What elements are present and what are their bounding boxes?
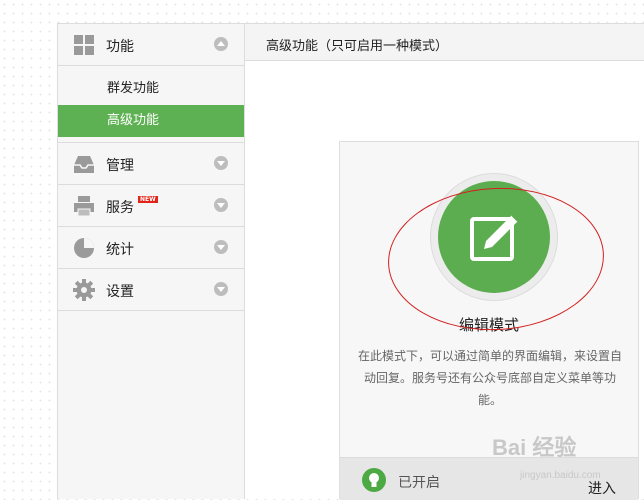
pie-chart-icon	[74, 238, 94, 258]
sidebar-item-advanced[interactable]: 高级功能	[58, 105, 244, 137]
chevron-down-icon[interactable]	[214, 198, 228, 212]
enter-button[interactable]: 进入	[588, 478, 616, 498]
new-badge: NEW	[138, 196, 158, 203]
sidebar-section-functions[interactable]: 功能	[58, 24, 244, 66]
sidebar: 功能 群发功能 高级功能 管理 服务 NEW 统计 设置	[57, 23, 245, 499]
sidebar-section-management[interactable]: 管理	[58, 143, 244, 185]
sidebar-section-statistics[interactable]: 统计	[58, 227, 244, 269]
printer-icon	[74, 196, 94, 217]
chevron-down-icon[interactable]	[214, 156, 228, 170]
inbox-icon	[74, 156, 94, 173]
mode-icon-circle	[438, 181, 550, 293]
sidebar-submenu: 群发功能 高级功能	[58, 73, 244, 143]
gear-icon	[73, 279, 95, 301]
mode-title: 编辑模式	[458, 316, 519, 334]
card-footer: 已开启 进入	[340, 457, 638, 500]
status-enabled-text: 已开启	[398, 475, 440, 491]
mode-icon-ring	[430, 173, 558, 301]
page-title: 高级功能（只可启用一种模式）	[266, 39, 449, 54]
sidebar-section-settings[interactable]: 设置	[58, 269, 244, 311]
sidebar-section-label: 设置	[106, 284, 134, 300]
sidebar-section-label: 统计	[106, 242, 134, 258]
grid-icon	[74, 35, 94, 55]
lightbulb-icon	[362, 468, 386, 492]
sidebar-section-label: 功能	[106, 39, 134, 55]
chevron-up-icon[interactable]	[214, 37, 228, 51]
edit-mode-card[interactable]: 编辑模式 在此模式下，可以通过简单的界面编辑，来设置自动回复。服务号还有公众号底…	[339, 141, 639, 500]
sidebar-section-label: 管理	[106, 158, 134, 174]
mode-description: 在此模式下，可以通过简单的界面编辑，来设置自动回复。服务号还有公众号底部自定义菜…	[358, 349, 623, 407]
chevron-down-icon[interactable]	[214, 282, 228, 296]
sidebar-item-mass-send[interactable]: 群发功能	[58, 73, 244, 105]
sidebar-section-label: 服务	[106, 200, 134, 216]
chevron-down-icon[interactable]	[214, 240, 228, 254]
edit-icon	[470, 214, 519, 261]
content-header: 高级功能（只可启用一种模式）	[245, 23, 644, 61]
sidebar-section-service[interactable]: 服务 NEW	[58, 185, 244, 227]
